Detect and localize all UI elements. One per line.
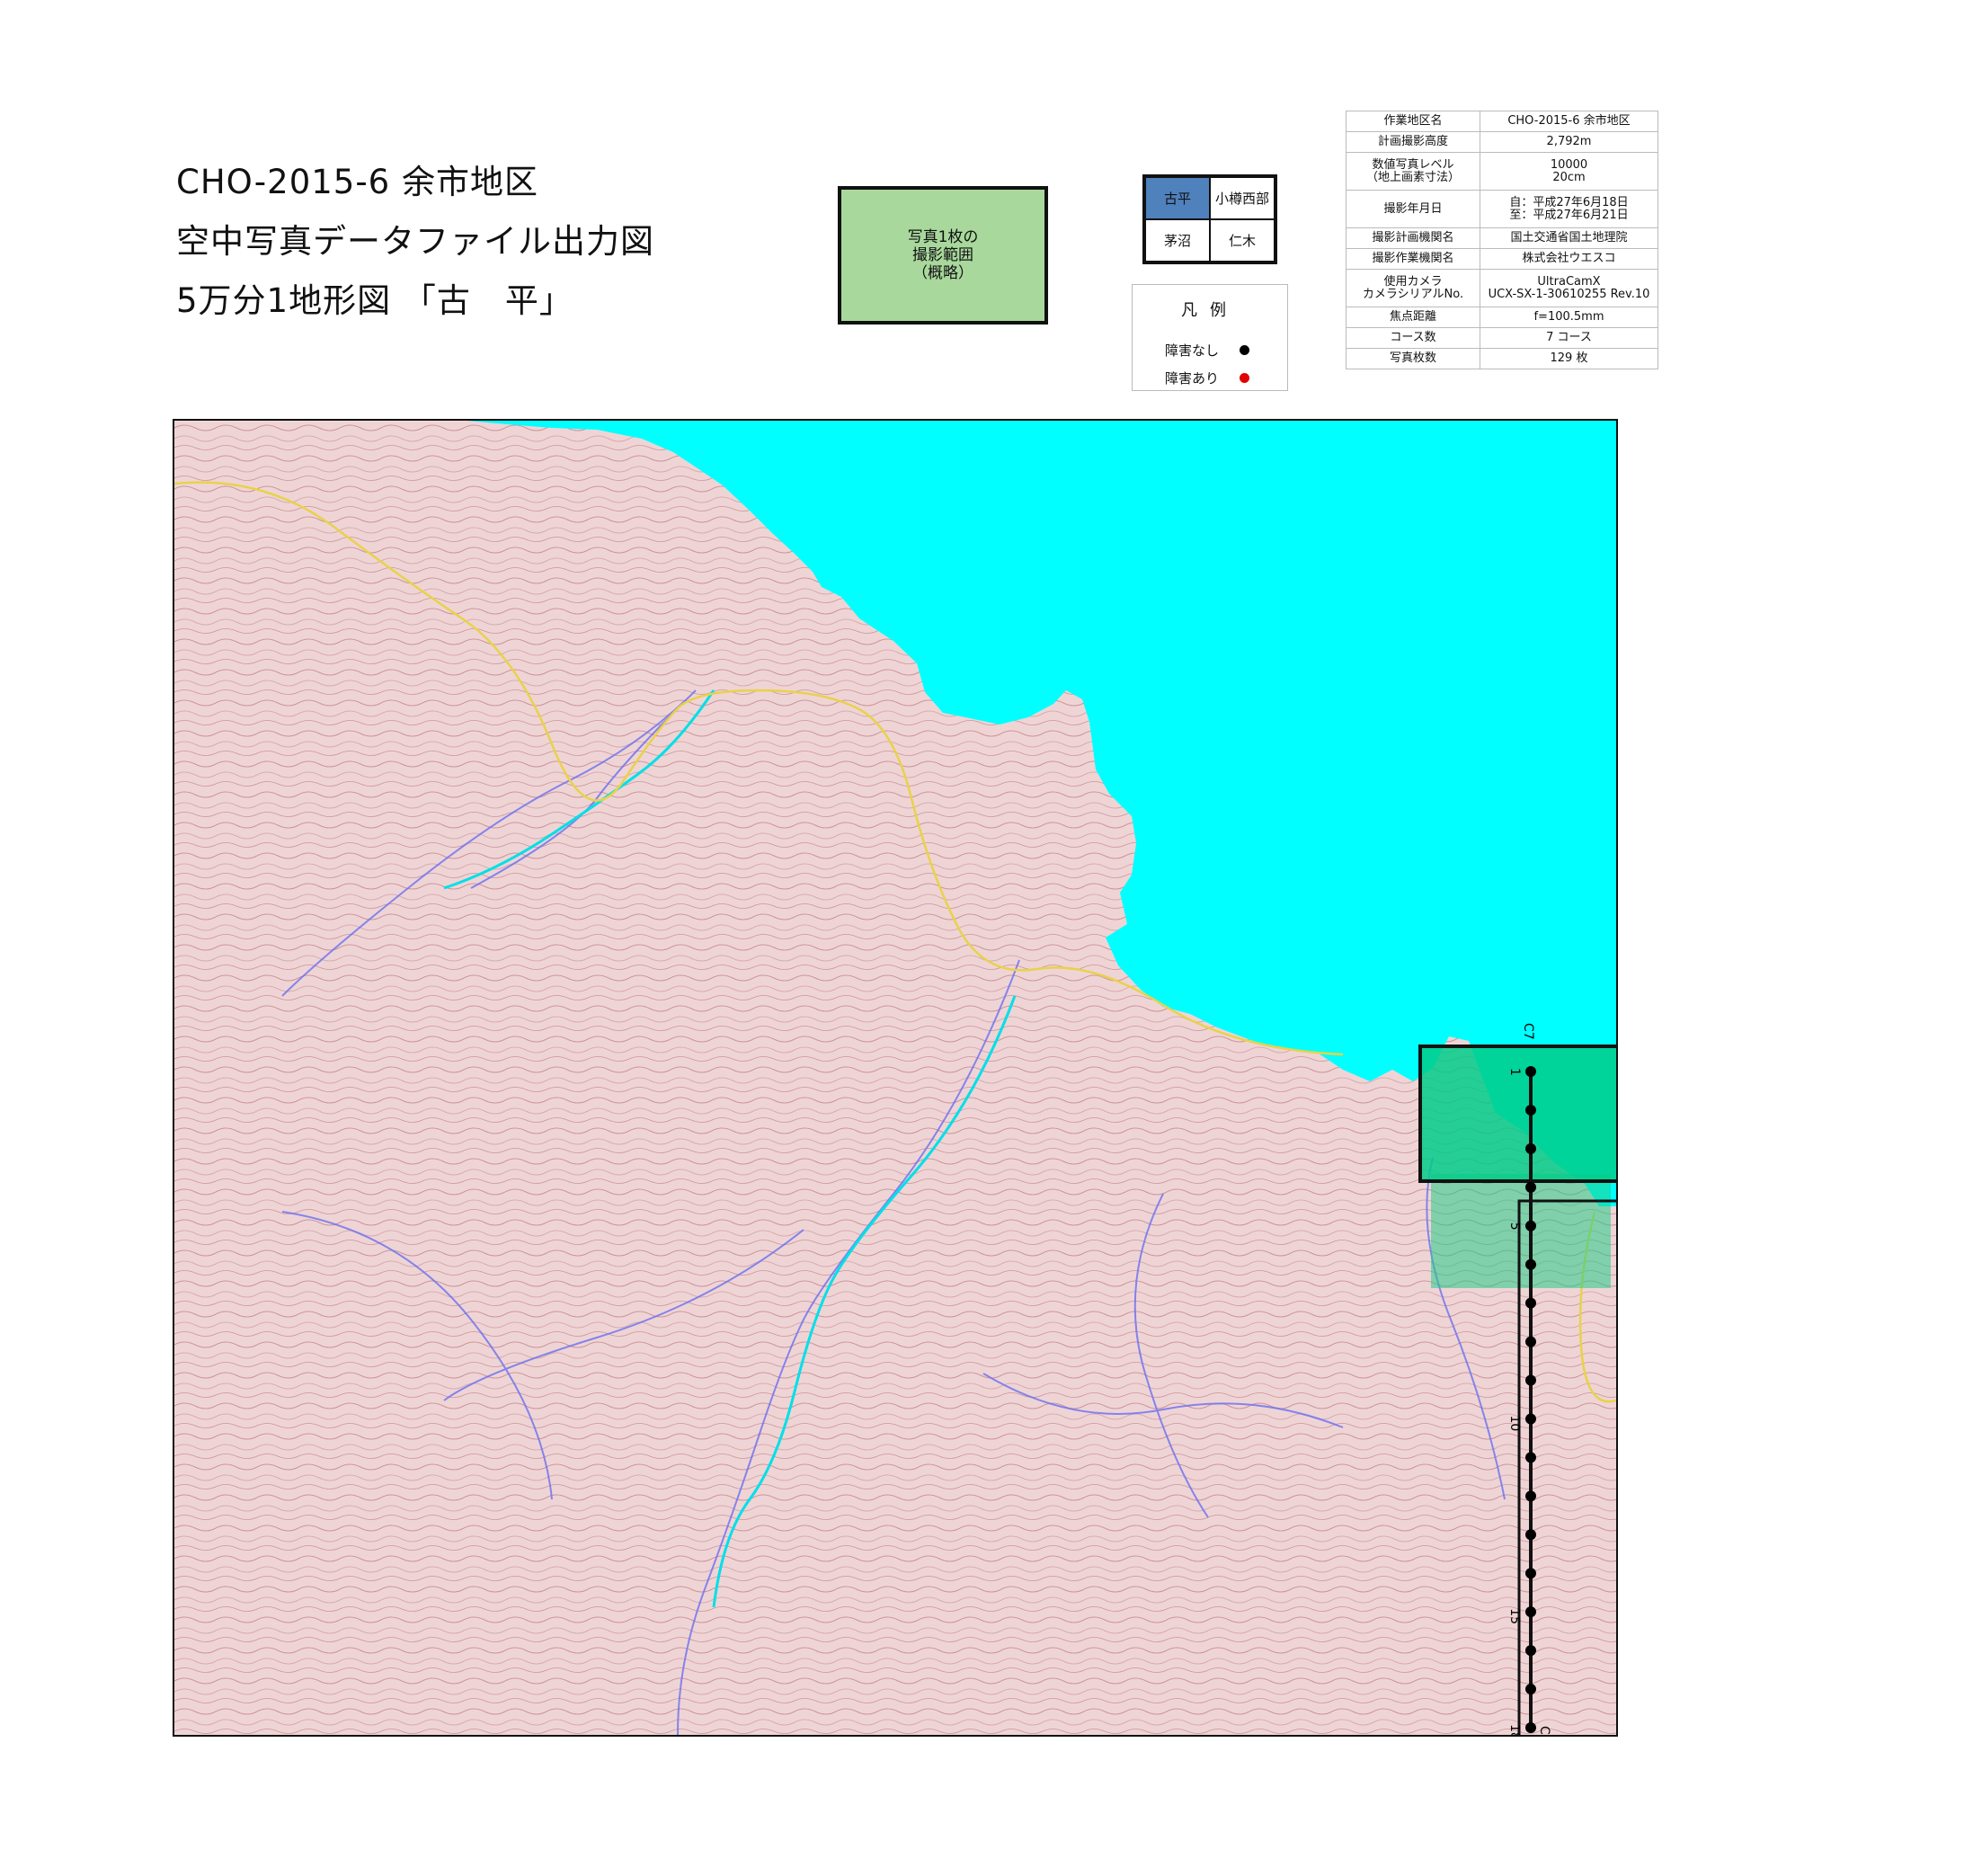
info-row: 撮影計画機関名 国土交通省国土地理院 — [1346, 227, 1658, 249]
index-cell-otaru-seibu: 小樽西部 — [1210, 177, 1275, 219]
info-value: 7 コース — [1480, 327, 1658, 349]
info-label: 焦点距離 — [1346, 307, 1480, 328]
info-value: 自：平成27年6月18日 至：平成27年6月21日 — [1480, 190, 1658, 228]
photo-number-label: 18 — [1507, 1724, 1522, 1735]
info-value: 129 枚 — [1480, 348, 1658, 369]
info-row: 撮影年月日 自：平成27年6月18日 至：平成27年6月21日 — [1346, 190, 1658, 228]
photo-center-point — [1525, 1336, 1536, 1347]
index-cell-furubira: 古平 — [1145, 177, 1210, 219]
photo-number-label: 1 — [1507, 1068, 1522, 1076]
info-label: 使用カメラ カメラシリアルNo. — [1346, 269, 1480, 307]
photo-box-line: 写真1枚の — [907, 228, 979, 246]
photo-center-point — [1525, 1297, 1536, 1309]
photo-number-label: 5 — [1507, 1223, 1522, 1231]
photo-center-point — [1525, 1413, 1536, 1425]
info-label: コース数 — [1346, 327, 1480, 349]
title-line-2: 空中写真データファイル出力図 — [176, 222, 654, 261]
sheet-index-map: 古平 小樽西部 茅沼 仁木 — [1142, 174, 1277, 264]
photo-center-point — [1525, 1066, 1536, 1077]
index-cell-niki: 仁木 — [1210, 219, 1275, 262]
info-value: CHO-2015-6 余市地区 — [1480, 111, 1658, 132]
info-value: 2,792m — [1480, 131, 1658, 153]
index-cell-kayanuma: 茅沼 — [1145, 219, 1210, 262]
info-row: 数値写真レベル （地上画素寸法） 10000 20cm — [1346, 152, 1658, 191]
title-line-3: 5万分1地形図 「古 平」 — [176, 281, 573, 320]
photo-center-point — [1525, 1684, 1536, 1695]
map-canvas: 15101518 C7 C7 — [174, 421, 1616, 1735]
photo-box-line: （概略） — [912, 264, 973, 282]
info-label: 作業地区名 — [1346, 111, 1480, 132]
info-label: 写真枚数 — [1346, 348, 1480, 369]
legend-black-dot-icon — [1240, 345, 1250, 355]
info-value: UltraCamX UCX-SX-1-30610255 Rev.10 — [1480, 269, 1658, 307]
photo-center-point — [1525, 1645, 1536, 1657]
info-value: 国土交通省国土地理院 — [1480, 227, 1658, 249]
photo-footprint-1 — [1420, 1046, 1616, 1181]
legend-title: 凡例 — [1181, 301, 1239, 320]
legend-item-obstruction: 障害あり — [1165, 369, 1250, 387]
photo-footprint-key: 写真1枚の 撮影範囲 （概略） — [838, 186, 1048, 325]
photo-center-point — [1525, 1104, 1536, 1116]
photo-center-point — [1525, 1374, 1536, 1386]
info-value: f=100.5mm — [1480, 307, 1658, 328]
photo-center-point — [1525, 1606, 1536, 1618]
legend-label: 障害なし — [1165, 342, 1220, 359]
info-value: 10000 20cm — [1480, 152, 1658, 191]
photo-footprint-overlay — [1431, 1174, 1611, 1288]
topographic-map: 1 5 10 15 18 C7 C7 — [173, 419, 1618, 1737]
info-row: 計画撮影高度 2,792m — [1346, 131, 1658, 153]
photo-number-label: 15 — [1507, 1608, 1522, 1624]
legend: 凡例 障害なし 障害あり — [1132, 284, 1288, 391]
photo-center-point — [1525, 1722, 1536, 1733]
info-row: 作業地区名 CHO-2015-6 余市地区 — [1346, 111, 1658, 132]
info-row: 使用カメラ カメラシリアルNo. UltraCamX UCX-SX-1-3061025… — [1346, 269, 1658, 307]
course-label-bottom: C7 — [1537, 1726, 1551, 1735]
photo-center-point — [1525, 1142, 1536, 1154]
course-label-top: C7 — [1521, 1023, 1535, 1040]
info-row: コース数 7 コース — [1346, 327, 1658, 349]
info-row: 焦点距離 f=100.5mm — [1346, 307, 1658, 328]
photo-center-point — [1525, 1529, 1536, 1541]
info-label: 撮影作業機関名 — [1346, 248, 1480, 270]
photo-center-point — [1525, 1452, 1536, 1463]
photo-box-line: 撮影範囲 — [912, 246, 973, 264]
info-row: 撮影作業機関名 株式会社ウエスコ — [1346, 248, 1658, 270]
photo-center-point — [1525, 1490, 1536, 1502]
legend-red-dot-icon — [1240, 373, 1250, 383]
info-label: 撮影計画機関名 — [1346, 227, 1480, 249]
legend-item-no-obstruction: 障害なし — [1165, 341, 1250, 360]
info-label: 計画撮影高度 — [1346, 131, 1480, 153]
map-title: CHO-2015-6 余市地区 空中写真データファイル出力図 5万分1地形図 「… — [176, 153, 654, 331]
photo-center-point — [1525, 1568, 1536, 1579]
photo-center-point — [1525, 1181, 1536, 1193]
photo-info-table: 作業地区名 CHO-2015-6 余市地区 計画撮影高度 2,792m 数値写真レベル（… — [1346, 111, 1658, 369]
info-label: 撮影年月日 — [1346, 190, 1480, 228]
photo-number-label: 10 — [1507, 1415, 1522, 1431]
legend-label: 障害あり — [1165, 370, 1220, 387]
info-row: 写真枚数 129 枚 — [1346, 348, 1658, 369]
photo-center-point — [1525, 1258, 1536, 1270]
info-label: 数値写真レベル （地上画素寸法） — [1346, 152, 1480, 191]
photo-center-point — [1525, 1220, 1536, 1231]
title-line-1: CHO-2015-6 余市地区 — [176, 163, 538, 201]
info-value: 株式会社ウエスコ — [1480, 248, 1658, 270]
